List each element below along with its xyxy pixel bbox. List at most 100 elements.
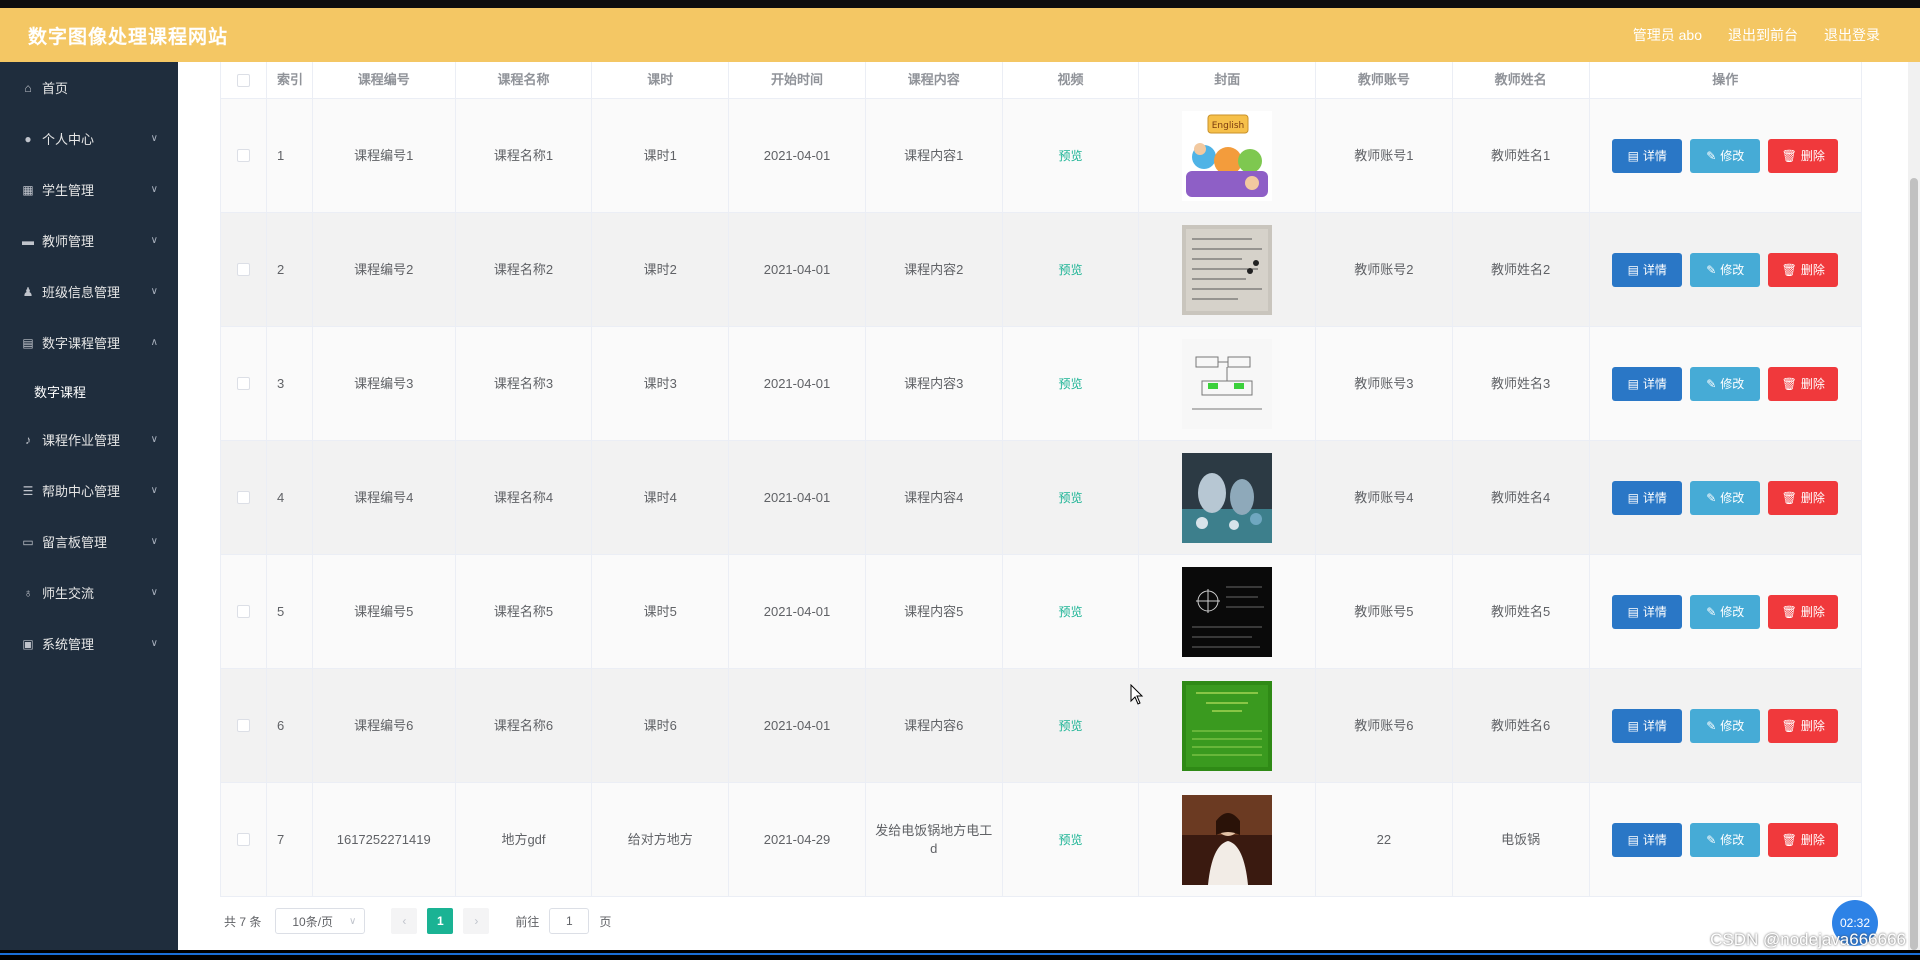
sidebar-item-teachers[interactable]: ▬ 教师管理 ∨	[0, 215, 178, 266]
cell-code: 课程编号3	[313, 327, 456, 440]
sidebar-item-students[interactable]: ▦ 学生管理 ∨	[0, 164, 178, 215]
pencil-icon: ✎	[1706, 376, 1717, 391]
delete-button-label: 删除	[1800, 377, 1825, 391]
edit-button[interactable]: ✎ 修改	[1690, 480, 1761, 515]
row-checkbox[interactable]	[236, 833, 250, 846]
detail-button[interactable]: ▤ 详情	[1612, 480, 1683, 515]
video-preview-link[interactable]: 预览	[1058, 375, 1082, 393]
trash-icon: 🗑	[1781, 148, 1797, 163]
detail-button[interactable]: ▤ 详情	[1612, 138, 1683, 173]
select-all-cell	[221, 62, 267, 98]
logout-link[interactable]: 退出登录	[1824, 25, 1880, 45]
row-select-cell	[221, 783, 267, 896]
mouse-cursor-icon	[1130, 684, 1144, 705]
row-checkbox[interactable]	[236, 377, 250, 390]
row-checkbox[interactable]	[236, 605, 250, 618]
sidebar-item-label: 师生交流	[42, 586, 95, 601]
edit-button[interactable]: ✎ 修改	[1690, 138, 1761, 173]
vertical-scrollbar[interactable]	[1908, 62, 1920, 950]
detail-button[interactable]: ▤ 详情	[1612, 252, 1683, 287]
select-all-checkbox[interactable]	[236, 73, 250, 87]
admin-name: 管理员 abo	[1632, 27, 1702, 43]
sidebar-item-home[interactable]: ⌂ 首页	[0, 62, 178, 113]
detail-button[interactable]: ▤ 详情	[1612, 366, 1683, 401]
detail-button-label: 详情	[1642, 605, 1667, 619]
video-preview-link[interactable]: 预览	[1058, 717, 1082, 735]
cell-teacher-account: 教师账号2	[1316, 213, 1453, 326]
home-icon: ⌂	[24, 80, 32, 95]
video-preview-link[interactable]: 预览	[1058, 831, 1082, 849]
detail-button-label: 详情	[1642, 377, 1667, 391]
sidebar-item-profile[interactable]: ● 个人中心 ∨	[0, 113, 178, 164]
video-preview-link[interactable]: 预览	[1058, 147, 1082, 165]
detail-button[interactable]: ▤ 详情	[1612, 822, 1683, 857]
delete-button[interactable]: 🗑 删除	[1768, 594, 1839, 629]
video-preview-link[interactable]: 预览	[1058, 603, 1082, 621]
exit-to-front-link[interactable]: 退出到前台	[1728, 25, 1798, 45]
sidebar-item-courses[interactable]: ▤ 数字课程管理 ∧	[0, 317, 178, 368]
sidebar-subitem-digital-course[interactable]: 数字课程	[0, 368, 178, 414]
row-checkbox[interactable]	[236, 149, 250, 162]
detail-button[interactable]: ▤ 详情	[1612, 594, 1683, 629]
edit-button[interactable]: ✎ 修改	[1690, 594, 1761, 629]
cell-video: 预览	[1003, 555, 1140, 668]
cell-cover	[1139, 441, 1317, 554]
sidebar-item-classes[interactable]: ♟ 班级信息管理 ∨	[0, 266, 178, 317]
document-icon: ▤	[1627, 832, 1639, 847]
sidebar-item-system[interactable]: ▣ 系统管理 ∨	[0, 618, 178, 669]
sidebar-item-label: 首页	[42, 81, 69, 96]
cover-image	[1182, 338, 1273, 429]
table-row: 1 课程编号1 课程名称1 课时1 2021-04-01 课程内容1 预览 English 教师…	[221, 99, 1861, 213]
current-page-button[interactable]: 1	[427, 908, 454, 934]
delete-button[interactable]: 🗑 删除	[1768, 822, 1839, 857]
edit-button[interactable]: ✎ 修改	[1690, 822, 1761, 857]
book-icon: ▤	[22, 335, 34, 350]
delete-button[interactable]: 🗑 删除	[1768, 708, 1839, 743]
sidebar-item-homework[interactable]: ♪ 课程作业管理 ∨	[0, 414, 178, 465]
bell-icon: ♪	[25, 432, 31, 447]
sidebar-item-messages[interactable]: ▭ 留言板管理 ∨	[0, 516, 178, 567]
col-header-cover: 封面	[1139, 62, 1317, 98]
edit-button[interactable]: ✎ 修改	[1690, 708, 1761, 743]
scrollbar-thumb[interactable]	[1910, 178, 1918, 950]
cell-name: 课程名称4	[456, 441, 593, 554]
sidebar-item-help[interactable]: ☰ 帮助中心管理 ∨	[0, 465, 178, 516]
delete-button[interactable]: 🗑 删除	[1768, 138, 1839, 173]
cell-teacher-name: 电饭锅	[1453, 783, 1590, 896]
goto-page-input[interactable]: 1	[549, 908, 590, 934]
table-row: 4 课程编号4 课程名称4 课时4 2021-04-01 课程内容4 预览 教师账号4 教师姓名…	[221, 441, 1861, 555]
cell-index: 1	[267, 99, 313, 212]
row-checkbox[interactable]	[236, 491, 250, 504]
delete-button[interactable]: 🗑 删除	[1768, 366, 1839, 401]
cell-hours: 课时6	[592, 669, 730, 782]
cell-teacher-name: 教师姓名3	[1453, 327, 1590, 440]
cell-teacher-account: 教师账号5	[1316, 555, 1453, 668]
detail-button[interactable]: ▤ 详情	[1612, 708, 1683, 743]
edit-button[interactable]: ✎ 修改	[1690, 252, 1761, 287]
cell-hours: 课时2	[592, 213, 730, 326]
svg-text:English: English	[1212, 121, 1245, 131]
trash-icon: 🗑	[1781, 490, 1797, 505]
row-checkbox[interactable]	[236, 263, 250, 276]
cell-video: 预览	[1003, 327, 1140, 440]
col-header-start: 开始时间	[729, 62, 866, 98]
video-preview-link[interactable]: 预览	[1058, 261, 1082, 279]
cell-start: 2021-04-01	[729, 213, 866, 326]
prev-page-button[interactable]: ‹	[391, 908, 418, 934]
detail-button-label: 详情	[1642, 833, 1667, 847]
cell-code: 课程编号2	[313, 213, 456, 326]
cell-hours: 给对方地方	[592, 783, 730, 896]
page-size-select[interactable]: 10条/页 ∨	[275, 908, 366, 934]
delete-button[interactable]: 🗑 删除	[1768, 480, 1839, 515]
edit-button[interactable]: ✎ 修改	[1690, 366, 1761, 401]
sidebar-item-exchange[interactable]: ♁ 师生交流 ∨	[0, 567, 178, 618]
row-checkbox[interactable]	[236, 719, 250, 732]
cell-actions: ▤ 详情 ✎ 修改 🗑 删除	[1590, 99, 1861, 212]
next-page-button[interactable]: ›	[463, 908, 490, 934]
cell-teacher-name: 教师姓名5	[1453, 555, 1590, 668]
video-preview-link[interactable]: 预览	[1058, 489, 1082, 507]
edit-button-label: 修改	[1720, 263, 1745, 277]
page-size-value: 10条/页	[292, 914, 334, 929]
delete-button[interactable]: 🗑 删除	[1768, 252, 1839, 287]
detail-button-label: 详情	[1642, 263, 1667, 277]
